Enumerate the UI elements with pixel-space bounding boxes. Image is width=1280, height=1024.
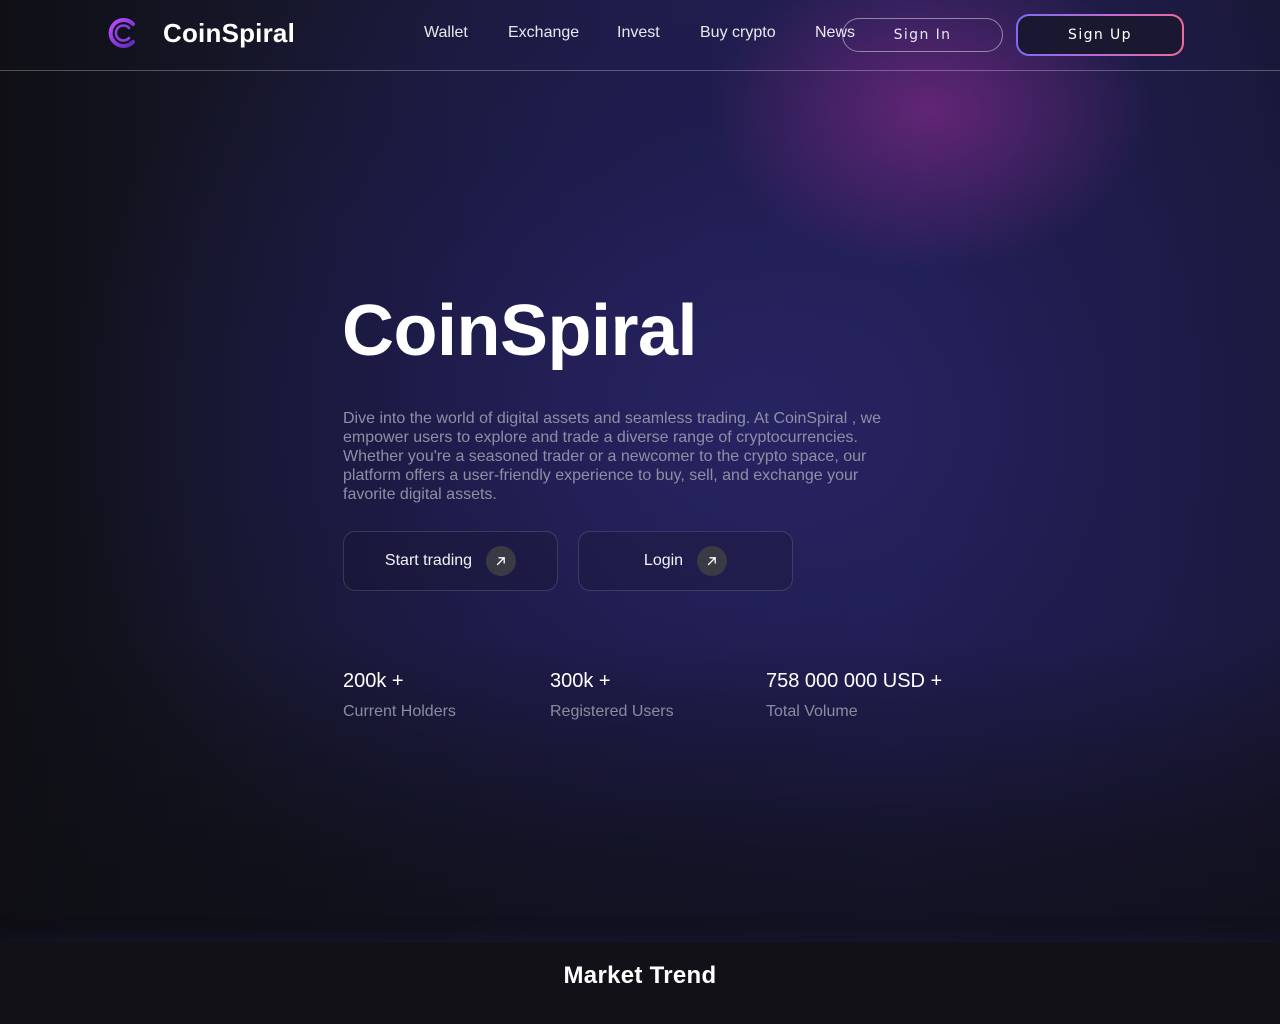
nav-link-buy-crypto[interactable]: Buy crypto <box>700 24 776 42</box>
start-trading-label: Start trading <box>384 552 473 569</box>
start-trading-button[interactable]: Start trading <box>343 531 558 591</box>
spiral-c-icon <box>108 18 135 48</box>
login-label: Login <box>643 552 684 569</box>
login-button[interactable]: Login <box>578 531 793 591</box>
nav-link-wallet[interactable]: Wallet <box>424 24 468 42</box>
sign-up-button-label: Sign Up <box>1018 16 1182 54</box>
stat-value: 300k + <box>550 670 611 692</box>
brand-logo[interactable]: CoinSpiral <box>106 16 295 50</box>
stat-label: Current Holders <box>343 703 456 720</box>
hero-description: Dive into the world of digital assets an… <box>343 410 882 503</box>
arrow-up-right-icon <box>486 546 517 576</box>
sign-up-button[interactable]: Sign Up <box>1016 14 1184 56</box>
brand-name: CoinSpiral <box>163 18 296 48</box>
stat-label: Registered Users <box>550 703 674 720</box>
page: CoinSpiral Wallet Exchange Invest Buy cr… <box>0 0 1280 1024</box>
stat-registered-users: 300k + Registered Users <box>550 670 674 721</box>
nav-link-invest[interactable]: Invest <box>617 24 660 42</box>
stat-current-holders: 200k + Current Holders <box>343 670 456 721</box>
market-trend-title: Market Trend <box>563 962 717 989</box>
arrow-up-right-icon <box>697 546 728 576</box>
hero-title: CoinSpiral <box>342 291 698 371</box>
stat-label: Total Volume <box>766 703 858 720</box>
stat-total-volume: 758 000 000 USD + Total Volume <box>766 670 942 721</box>
nav-link-exchange[interactable]: Exchange <box>508 24 579 42</box>
market-trend-section: Market Trend <box>0 942 1280 1024</box>
sign-in-button[interactable]: Sign In <box>842 18 1003 52</box>
top-navigation-bar: CoinSpiral Wallet Exchange Invest Buy cr… <box>0 0 1280 71</box>
stat-value: 200k + <box>343 670 404 692</box>
stat-value: 758 000 000 USD + <box>766 670 943 692</box>
